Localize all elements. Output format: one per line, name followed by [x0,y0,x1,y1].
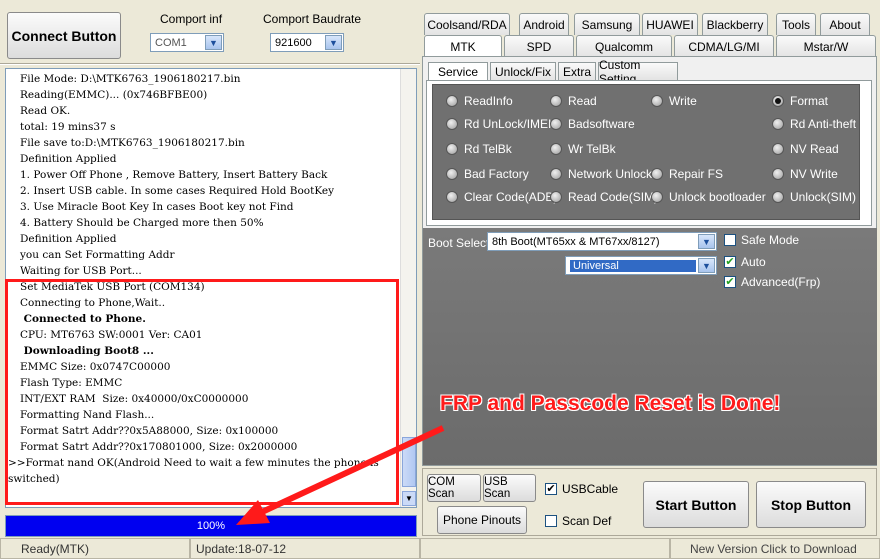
stop-button[interactable]: Stop Button [756,481,866,528]
scan-def-label: Scan Def [562,514,612,528]
usb-scan-button[interactable]: USB Scan [483,474,536,502]
status-ready-text: Ready(MTK) [21,541,90,556]
status-update: Update:18-07-12 [190,538,420,559]
com-scan-button[interactable]: COM Scan [427,474,481,502]
usb-cable-label: USBCable [562,482,619,496]
phone-pinouts-button[interactable]: Phone Pinouts [437,506,527,534]
new-version-text: New Version Click to Download [690,541,857,556]
checkmark-icon: ✔ [545,483,557,495]
checkbox-icon [545,515,557,527]
usb-cable-checkbox[interactable]: ✔ USBCable [545,482,618,496]
status-info [420,538,670,559]
status-ready: Ready(MTK) [0,538,190,559]
scan-def-checkbox[interactable]: Scan Def [545,514,611,528]
status-update-text: Update:18-07-12 [196,541,287,556]
start-button[interactable]: Start Button [643,481,749,528]
new-version-link[interactable]: New Version Click to Download [670,538,880,559]
